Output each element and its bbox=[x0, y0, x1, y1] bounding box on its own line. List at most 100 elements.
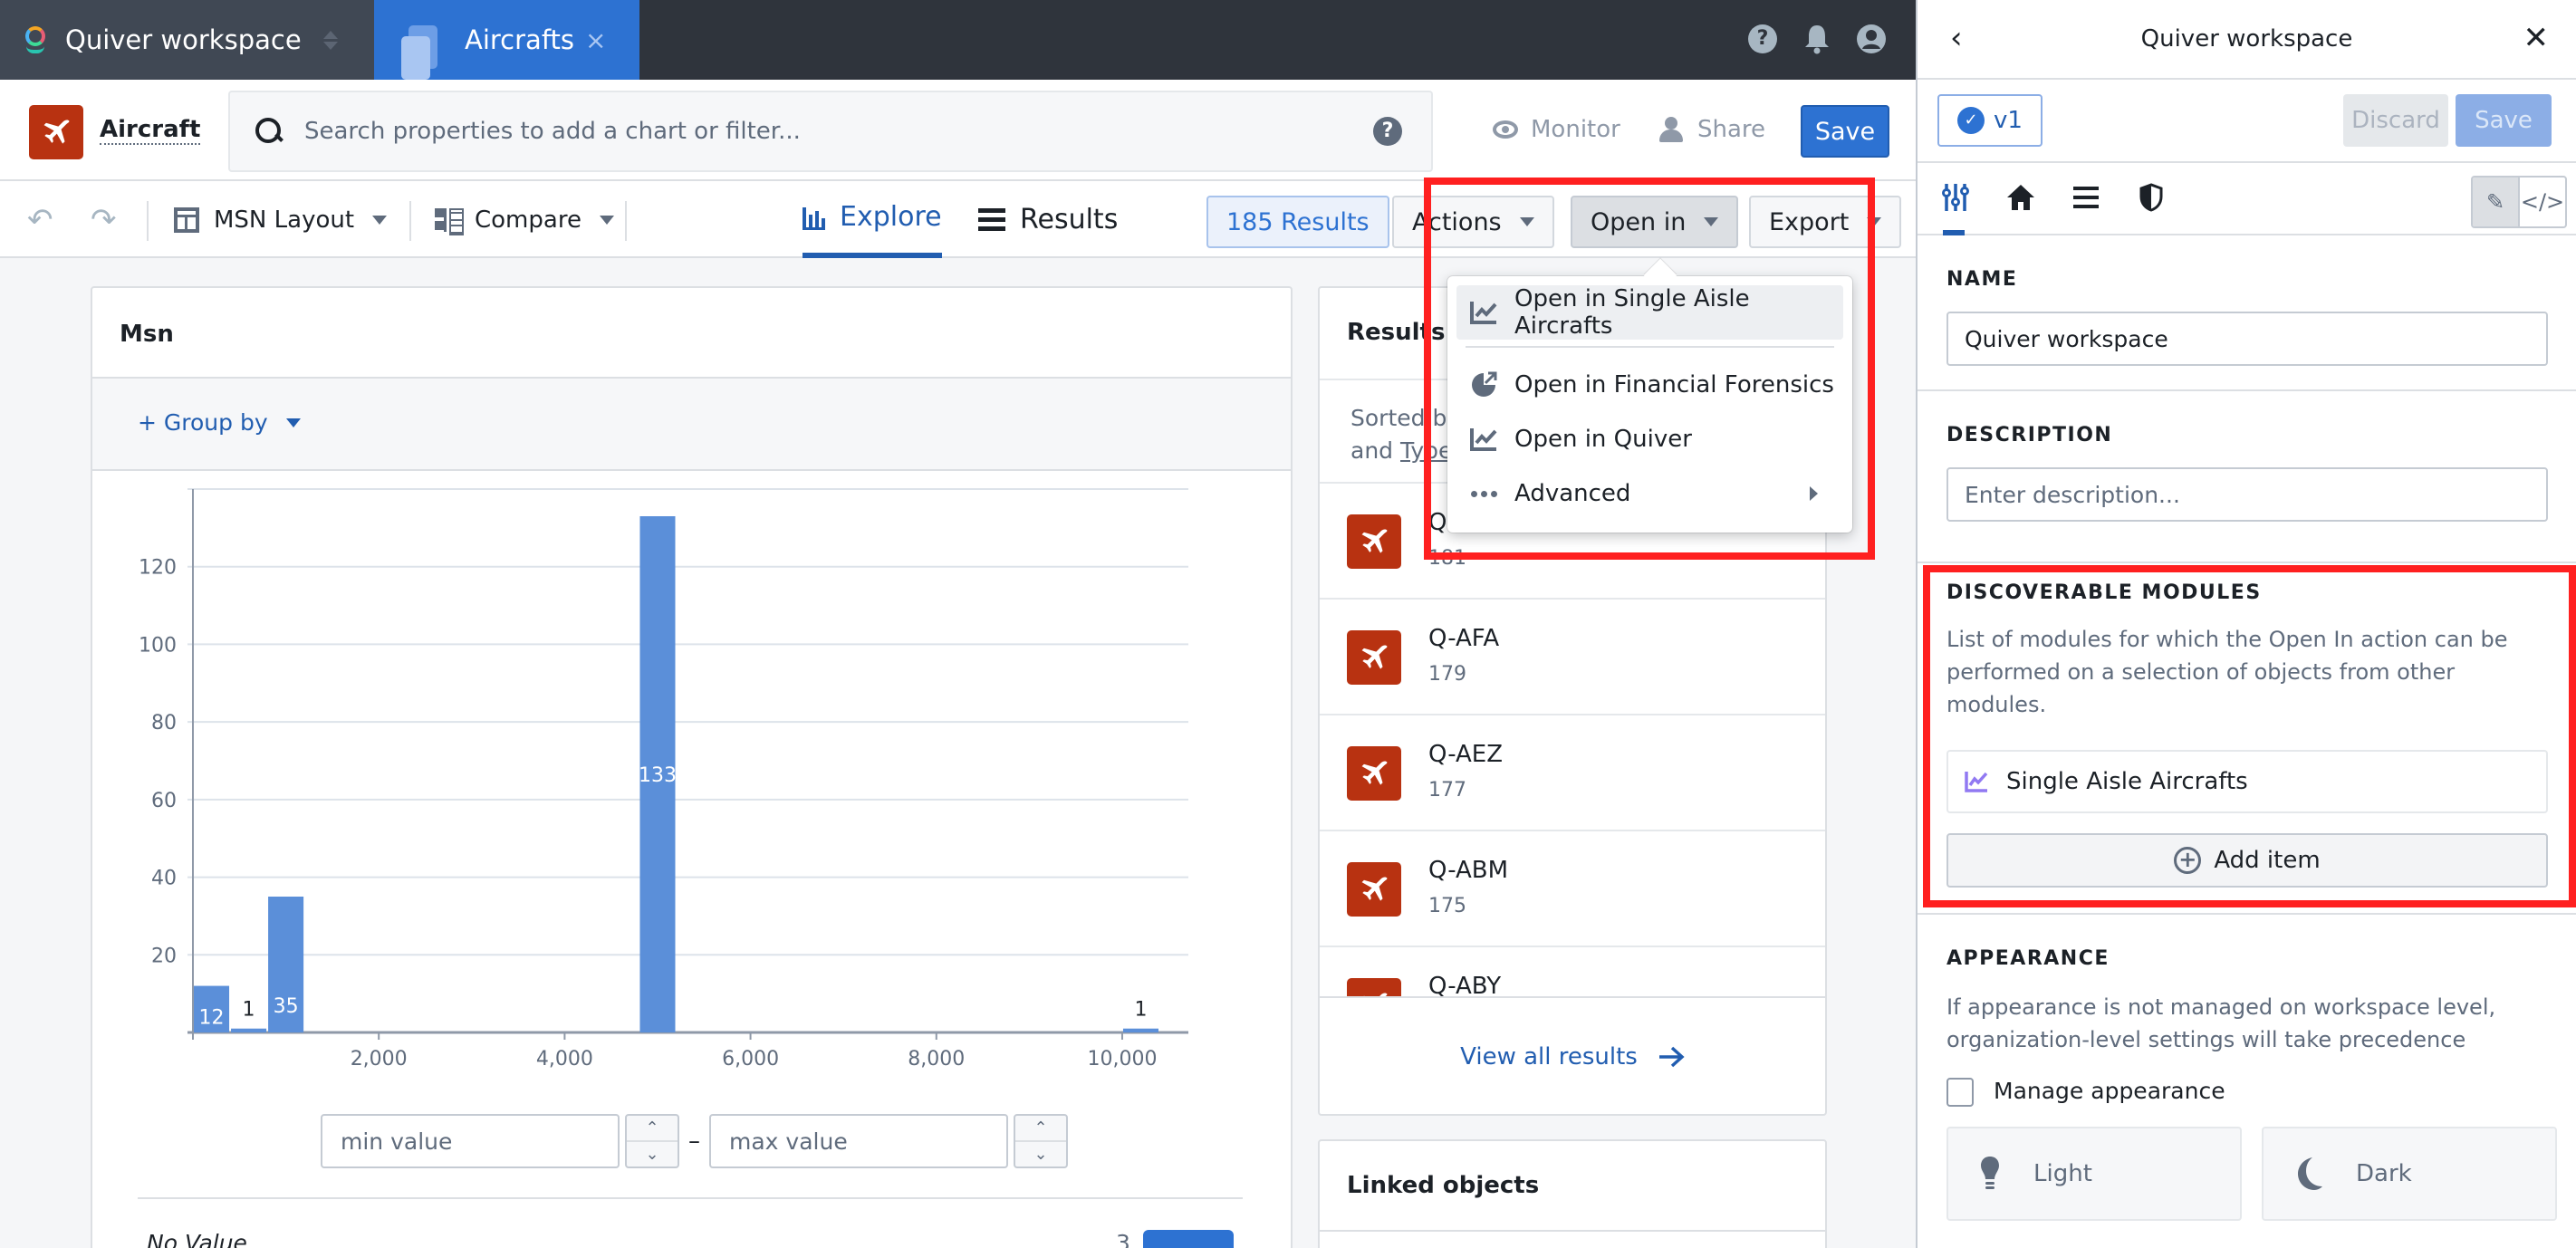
result-name: Q-ABM bbox=[1428, 857, 1509, 884]
y-tick-label: 80 bbox=[151, 712, 177, 734]
light-theme-option[interactable]: Light bbox=[1946, 1127, 2242, 1221]
shield-icon[interactable] bbox=[2133, 178, 2169, 217]
min-value-stepper[interactable]: ⌃ ⌄ bbox=[625, 1114, 679, 1168]
add-circle-icon: + bbox=[2174, 847, 2202, 874]
object-type-link[interactable]: Aircraft bbox=[100, 116, 201, 145]
bar-value-label: 1 bbox=[1134, 999, 1147, 1022]
tab-explore[interactable]: Explore bbox=[803, 181, 942, 258]
results-label: Results bbox=[1020, 204, 1119, 235]
manage-appearance-label[interactable]: Manage appearance bbox=[1994, 1078, 2225, 1104]
module-item[interactable]: Single Aisle Aircrafts bbox=[1946, 750, 2548, 813]
search-input[interactable] bbox=[304, 118, 1373, 145]
bar-chart-icon bbox=[803, 205, 825, 230]
version-row: ✓ v1 Discard Save bbox=[1918, 80, 2576, 163]
increment-icon[interactable]: ⌃ bbox=[1015, 1116, 1066, 1140]
notifications-icon[interactable] bbox=[1801, 22, 1833, 56]
divider bbox=[409, 201, 411, 241]
share-button[interactable]: Share bbox=[1659, 116, 1765, 143]
sort-link[interactable]: Type bbox=[1400, 437, 1452, 464]
redo-icon[interactable]: ↷ bbox=[91, 181, 117, 258]
share-label: Share bbox=[1697, 116, 1766, 143]
menu-item-open-in-single-aisle-aircrafts[interactable]: Open in Single Aisle Aircrafts bbox=[1456, 285, 1843, 340]
result-row[interactable]: Q-ABM 175 bbox=[1320, 831, 1825, 947]
name-input[interactable] bbox=[1946, 312, 2548, 366]
version-button[interactable]: ✓ v1 bbox=[1937, 94, 2043, 147]
result-subtitle: 181 bbox=[1428, 547, 1466, 570]
menu-item-advanced[interactable]: Advanced bbox=[1456, 466, 1843, 521]
workspace-switcher[interactable]: Quiver workspace bbox=[0, 0, 374, 80]
actions-button[interactable]: Actions bbox=[1392, 196, 1554, 248]
view-all-results-link[interactable]: View all results bbox=[1320, 996, 1825, 1116]
monitor-button[interactable]: Monitor bbox=[1493, 116, 1620, 143]
result-row[interactable]: Q-AFA 179 bbox=[1320, 600, 1825, 715]
verified-badge-icon: ✓ bbox=[1957, 107, 1985, 134]
y-tick-label: 100 bbox=[139, 634, 177, 657]
description-label: DESCRIPTION bbox=[1946, 424, 2113, 446]
no-value-bar[interactable] bbox=[1143, 1230, 1234, 1248]
edit-mode-toggle[interactable]: ✎ </> bbox=[2471, 176, 2567, 228]
bar-value-label: 1 bbox=[243, 999, 255, 1022]
help-icon[interactable]: ? bbox=[1746, 22, 1779, 56]
help-icon[interactable]: ? bbox=[1373, 117, 1402, 146]
close-icon[interactable]: ✕ bbox=[2523, 20, 2550, 56]
dark-theme-option[interactable]: Dark bbox=[2262, 1127, 2557, 1221]
workspace-sort-icon[interactable] bbox=[323, 30, 338, 50]
divider bbox=[1320, 1230, 1825, 1232]
max-value-input[interactable] bbox=[709, 1114, 1008, 1168]
code-icon[interactable]: </> bbox=[2520, 178, 2565, 226]
histogram-chart[interactable]: 20 40 60 80 100 120 2,000 4,000 6,000 8,000 10,000… bbox=[92, 469, 1294, 1103]
tab-aircrafts[interactable]: Aircrafts × bbox=[374, 0, 639, 80]
settings-icon[interactable] bbox=[1937, 178, 1974, 235]
export-label: Export bbox=[1769, 207, 1850, 236]
property-search[interactable]: ? bbox=[228, 91, 1433, 172]
home-icon[interactable] bbox=[2003, 178, 2039, 217]
histogram-bar[interactable] bbox=[231, 1028, 267, 1032]
edit-icon[interactable]: ✎ bbox=[2473, 178, 2520, 226]
result-row[interactable]: Q-ABY171 bbox=[1320, 947, 1825, 996]
panel-save-button[interactable]: Save bbox=[2456, 94, 2552, 147]
results-count-button[interactable]: 185 Results bbox=[1206, 196, 1389, 248]
sort-text: and bbox=[1350, 437, 1394, 464]
name-section: NAME bbox=[1918, 235, 2576, 391]
min-value-input[interactable] bbox=[321, 1114, 620, 1168]
aircraft-object-icon bbox=[29, 105, 83, 159]
list-icon[interactable] bbox=[2068, 178, 2104, 217]
discard-button[interactable]: Discard bbox=[2343, 94, 2448, 147]
decrement-icon[interactable]: ⌄ bbox=[1015, 1140, 1066, 1166]
panel-tabs: ✎ </> bbox=[1918, 163, 2576, 235]
appearance-label: APPEARANCE bbox=[1946, 947, 2110, 970]
result-subtitle: 179 bbox=[1428, 663, 1466, 686]
x-tick-label: 4,000 bbox=[536, 1048, 593, 1070]
compare-dropdown[interactable]: Compare bbox=[435, 181, 614, 258]
layout-icon bbox=[174, 206, 199, 233]
save-button[interactable]: Save bbox=[1801, 105, 1889, 158]
open-in-menu: Open in Single Aisle Aircrafts Open in F… bbox=[1447, 276, 1852, 533]
decrement-icon[interactable]: ⌄ bbox=[627, 1140, 678, 1166]
layout-dropdown[interactable]: MSN Layout bbox=[174, 181, 388, 258]
x-tick-label: 2,000 bbox=[351, 1048, 408, 1070]
undo-icon[interactable]: ↶ bbox=[27, 181, 53, 258]
user-icon[interactable] bbox=[1855, 22, 1888, 56]
group-by-label: + Group by bbox=[138, 409, 268, 436]
description-input[interactable] bbox=[1946, 467, 2548, 522]
open-in-button[interactable]: Open in bbox=[1571, 196, 1739, 248]
workspace-settings-panel: ‹ Quiver workspace ✕ ✓ v1 Discard Save ✎… bbox=[1916, 0, 2576, 1248]
monitor-label: Monitor bbox=[1531, 116, 1620, 143]
close-tab-icon[interactable]: × bbox=[585, 25, 606, 55]
export-button[interactable]: Export bbox=[1749, 196, 1902, 248]
increment-icon[interactable]: ⌃ bbox=[627, 1116, 678, 1140]
max-value-stepper[interactable]: ⌃ ⌄ bbox=[1014, 1114, 1068, 1168]
appearance-description: If appearance is not managed on workspac… bbox=[1946, 994, 2496, 1052]
no-value-count: 3 bbox=[1116, 1230, 1130, 1248]
group-by-button[interactable]: + Group by bbox=[138, 409, 301, 436]
tab-results[interactable]: Results bbox=[978, 181, 1118, 258]
histogram-bar[interactable] bbox=[1122, 1028, 1158, 1032]
add-item-button[interactable]: + Add item bbox=[1946, 833, 2548, 888]
result-row[interactable]: Q-AEZ 177 bbox=[1320, 715, 1825, 831]
results-list: Q-181Q-AFA179Q-AEZ177Q-ABM175Q-ABY171 bbox=[1320, 484, 1825, 996]
menu-item-open-in-financial-forensics[interactable]: Open in Financial Forensics bbox=[1456, 358, 1843, 412]
menu-item-open-in-quiver[interactable]: Open in Quiver bbox=[1456, 412, 1843, 466]
workspace-logo-icon bbox=[25, 26, 45, 53]
menu-item-label: Advanced bbox=[1514, 480, 1631, 507]
manage-appearance-checkbox[interactable] bbox=[1946, 1078, 1974, 1107]
